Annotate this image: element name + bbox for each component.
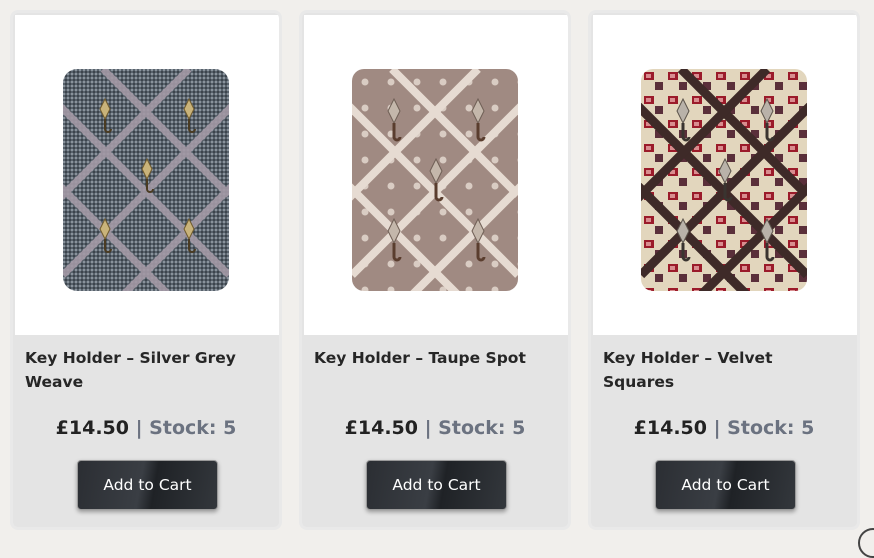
add-to-cart-button[interactable]: Add to Cart xyxy=(366,460,507,510)
product-title[interactable]: Key Holder – Silver Grey Weave xyxy=(25,346,270,394)
add-to-cart-button[interactable]: Add to Cart xyxy=(655,460,796,510)
product-image[interactable] xyxy=(15,15,279,335)
product-price: £14.50 xyxy=(633,417,707,439)
product-price: £14.50 xyxy=(55,417,129,439)
product-title[interactable]: Key Holder – Velvet Squares xyxy=(603,346,848,394)
product-card: Key Holder – Velvet Squares £14.50 | Sto… xyxy=(588,10,860,530)
key-holder-silver-grey-weave-image xyxy=(63,69,229,291)
key-holder-taupe-spot-image xyxy=(352,69,518,291)
add-to-cart-button[interactable]: Add to Cart xyxy=(77,460,218,510)
price-stock-line: £14.50 | Stock: 5 xyxy=(13,417,279,439)
product-title[interactable]: Key Holder – Taupe Spot xyxy=(314,346,559,370)
product-image[interactable] xyxy=(593,15,857,335)
stock-count: Stock: 5 xyxy=(149,417,237,439)
product-image[interactable] xyxy=(304,15,568,335)
price-stock-line: £14.50 | Stock: 5 xyxy=(302,417,568,439)
product-card: Key Holder – Silver Grey Weave £14.50 | … xyxy=(10,10,282,530)
price-stock-line: £14.50 | Stock: 5 xyxy=(591,417,857,439)
price-separator: | xyxy=(129,417,150,439)
stock-count: Stock: 5 xyxy=(727,417,815,439)
stock-count: Stock: 5 xyxy=(438,417,526,439)
product-price: £14.50 xyxy=(344,417,418,439)
key-holder-velvet-squares-image xyxy=(641,69,807,291)
product-grid: Key Holder – Silver Grey Weave £14.50 | … xyxy=(0,0,874,542)
price-separator: | xyxy=(418,417,439,439)
price-separator: | xyxy=(707,417,728,439)
product-card: Key Holder – Taupe Spot £14.50 | Stock: … xyxy=(299,10,571,530)
